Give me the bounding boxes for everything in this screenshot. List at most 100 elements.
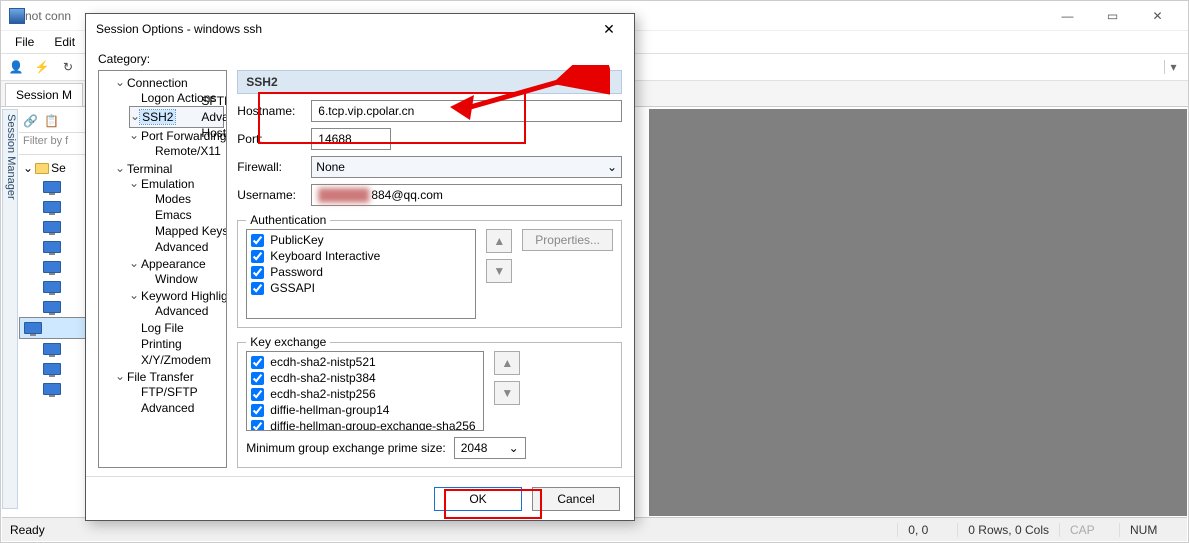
port-input[interactable] — [311, 128, 391, 150]
session-icon — [43, 301, 61, 313]
tree-emacs[interactable]: Emacs — [143, 207, 224, 223]
tree-file-transfer[interactable]: File Transfer FTP/SFTP Advanced — [115, 369, 224, 417]
status-pos: 0, 0 — [897, 523, 957, 537]
tree-modes[interactable]: Modes — [143, 191, 224, 207]
session-icon — [43, 221, 61, 233]
firewall-label: Firewall: — [237, 160, 305, 174]
auth-label: GSSAPI — [270, 281, 315, 295]
tree-sftp-session[interactable]: SFTP Session — [189, 93, 227, 109]
tree-emulation[interactable]: Emulation Modes Emacs Mapped Keys Advanc… — [129, 176, 224, 256]
app-icon — [9, 8, 25, 24]
copy-icon[interactable]: 📋 — [44, 114, 59, 128]
hostname-input[interactable] — [311, 100, 622, 122]
session-icon — [43, 383, 61, 395]
checkbox[interactable] — [251, 372, 264, 385]
session-tab[interactable]: Session M — [5, 83, 83, 106]
session-icon — [43, 241, 61, 253]
username-redacted: ██████ — [318, 188, 369, 202]
tree-ftp-sftp[interactable]: FTP/SFTP — [129, 384, 224, 400]
kex-item[interactable]: ecdh-sha2-nistp521 — [251, 354, 479, 370]
list-item[interactable] — [19, 359, 88, 379]
kex-item[interactable]: ecdh-sha2-nistp384 — [251, 370, 479, 386]
checkbox[interactable] — [251, 250, 264, 263]
tree-port-forwarding[interactable]: Port Forwarding Remote/X11 — [129, 128, 224, 160]
tree-kh-advanced[interactable]: Advanced — [143, 303, 224, 319]
tree-log-file[interactable]: Log File — [129, 320, 224, 336]
link-icon[interactable]: 🔗 — [23, 114, 38, 128]
tree-appearance[interactable]: Appearance Window — [129, 256, 224, 288]
kex-item[interactable]: diffie-hellman-group14 — [251, 402, 479, 418]
username-input[interactable]: ██████ 884@qq.com — [311, 184, 622, 206]
kex-item[interactable]: ecdh-sha2-nistp256 — [251, 386, 479, 402]
auth-item[interactable]: Keyboard Interactive — [251, 248, 471, 264]
tree-ssh2[interactable]: SSH2 SFTP Session Advanced Host Key — [129, 106, 224, 128]
lightning-icon[interactable]: ⚡ — [33, 58, 51, 76]
session-manager-strip[interactable]: Session Manager — [2, 109, 18, 509]
ok-button[interactable]: OK — [434, 487, 522, 511]
move-down-button[interactable]: ▼ — [486, 259, 512, 283]
min-group-select[interactable]: 2048 ⌄ — [454, 437, 526, 459]
tree-xyzmodem[interactable]: X/Y/Zmodem — [129, 352, 224, 368]
list-item[interactable] — [19, 237, 88, 257]
list-item[interactable] — [19, 277, 88, 297]
list-item[interactable] — [19, 297, 88, 317]
cancel-button[interactable]: Cancel — [532, 487, 620, 511]
list-item[interactable] — [19, 339, 88, 359]
checkbox[interactable] — [251, 234, 264, 247]
move-up-button[interactable]: ▲ — [494, 351, 520, 375]
refresh-icon[interactable]: ↻ — [59, 58, 77, 76]
minimize-button[interactable]: — — [1045, 2, 1090, 30]
session-icon — [43, 181, 61, 193]
dialog-close-button[interactable]: ✕ — [594, 21, 624, 38]
close-button[interactable]: ✕ — [1135, 2, 1180, 30]
tree-t-advanced[interactable]: Advanced — [143, 239, 224, 255]
tree-connection[interactable]: Connection Logon Actions SSH2 SFTP Sessi… — [115, 75, 224, 161]
tree-advanced[interactable]: Advanced — [189, 109, 227, 125]
properties-button[interactable]: Properties... — [522, 229, 613, 251]
sessions-root-folder[interactable]: ⌄ Se — [19, 159, 88, 177]
list-item[interactable] — [19, 177, 88, 197]
auth-list[interactable]: PublicKey Keyboard Interactive Password … — [246, 229, 476, 319]
menu-file[interactable]: File — [7, 33, 42, 51]
profile-icon[interactable]: 👤 — [7, 58, 25, 76]
list-item[interactable] — [19, 257, 88, 277]
kex-list[interactable]: ecdh-sha2-nistp521 ecdh-sha2-nistp384 ec… — [246, 351, 484, 431]
tree-printing[interactable]: Printing — [129, 336, 224, 352]
hostname-row: Hostname: — [237, 100, 622, 122]
min-group-value: 2048 — [461, 441, 488, 455]
checkbox[interactable] — [251, 282, 264, 295]
firewall-select[interactable]: None ⌄ — [311, 156, 622, 178]
kex-item[interactable]: diffie-hellman-group-exchange-sha256 — [251, 418, 479, 431]
tree-remote-x11[interactable]: Remote/X11 — [143, 143, 224, 159]
username-label: Username: — [237, 188, 305, 202]
tree-mapped-keys[interactable]: Mapped Keys — [143, 223, 224, 239]
category-tree[interactable]: Connection Logon Actions SSH2 SFTP Sessi… — [98, 70, 227, 468]
list-item[interactable] — [19, 317, 88, 339]
session-options-dialog: Session Options - windows ssh ✕ Category… — [85, 13, 635, 521]
checkbox[interactable] — [251, 420, 264, 432]
list-item[interactable] — [19, 197, 88, 217]
session-manager-panel: 🔗 📋 Filter by f ⌄ Se — [19, 109, 89, 517]
auth-item[interactable]: GSSAPI — [251, 280, 471, 296]
auth-item[interactable]: Password — [251, 264, 471, 280]
maximize-button[interactable]: ▭ — [1090, 2, 1135, 30]
checkbox[interactable] — [251, 266, 264, 279]
move-down-button[interactable]: ▼ — [494, 381, 520, 405]
list-item[interactable] — [19, 379, 88, 399]
tree-keyword-highlighting[interactable]: Keyword Highlighting Advanced — [129, 288, 224, 320]
tree-window[interactable]: Window — [143, 271, 224, 287]
kex-label: diffie-hellman-group14 — [270, 403, 389, 417]
move-up-button[interactable]: ▲ — [486, 229, 512, 253]
auth-item[interactable]: PublicKey — [251, 232, 471, 248]
tree-ft-advanced[interactable]: Advanced — [129, 400, 224, 416]
tree-terminal[interactable]: Terminal Emulation Modes Emacs Mapped Ke… — [115, 161, 224, 369]
checkbox[interactable] — [251, 388, 264, 401]
checkbox[interactable] — [251, 356, 264, 369]
filter-input[interactable]: Filter by f — [19, 133, 88, 155]
list-item[interactable] — [19, 217, 88, 237]
toolbar-dropdown[interactable]: ▾ — [1164, 60, 1182, 74]
kex-fieldset: Key exchange ecdh-sha2-nistp521 ecdh-sha… — [237, 342, 622, 468]
auth-label: PublicKey — [270, 233, 323, 247]
menu-edit[interactable]: Edit — [46, 33, 83, 51]
checkbox[interactable] — [251, 404, 264, 417]
